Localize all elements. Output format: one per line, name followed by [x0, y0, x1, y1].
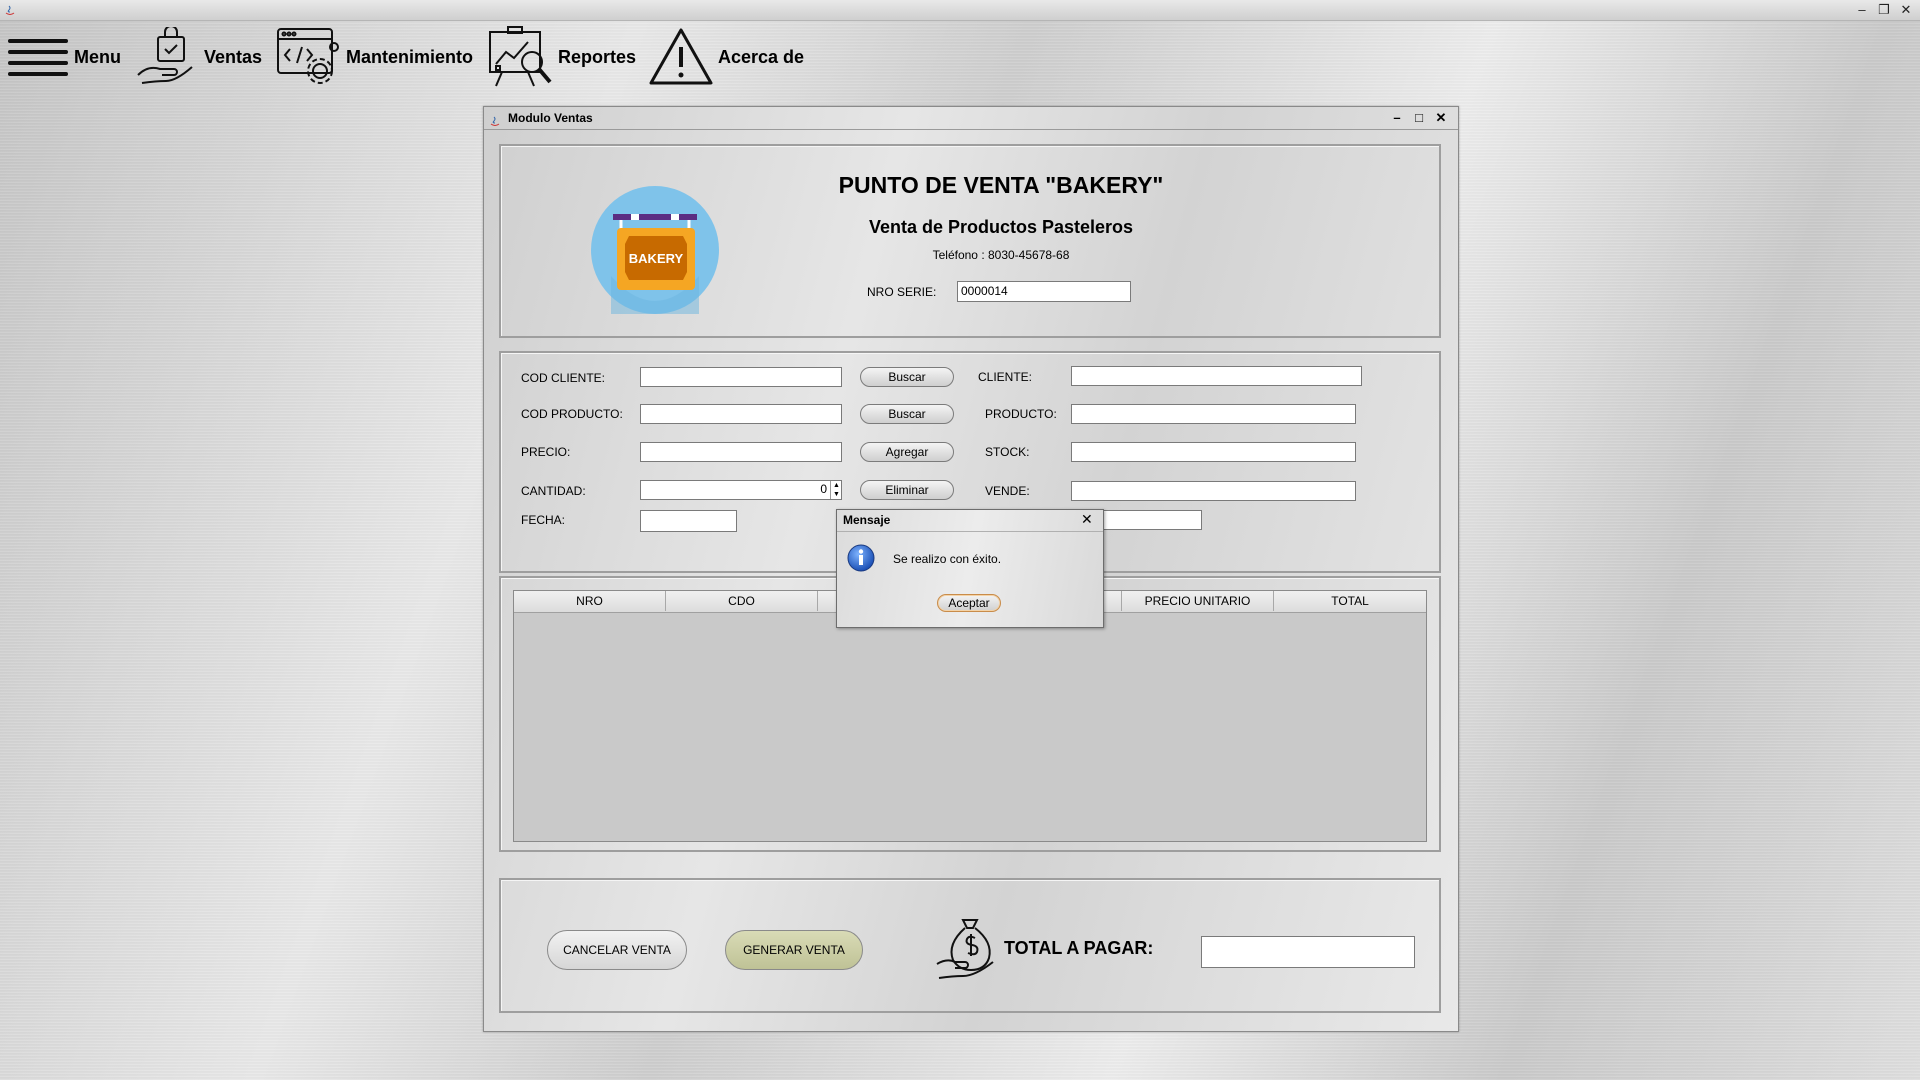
cantidad-label: CANTIDAD:: [521, 484, 586, 498]
page-title: PUNTO DE VENTA "BAKERY": [838, 172, 1164, 198]
precio-input[interactable]: [640, 442, 842, 462]
code-gear-icon: [276, 27, 342, 87]
agregar-button[interactable]: Agregar: [860, 442, 954, 462]
phone-text: Teléfono : 8030-45678-68: [932, 248, 1070, 262]
frame-app-icon: [489, 112, 501, 134]
restore-button[interactable]: ❐: [1874, 1, 1894, 19]
fecha-label: FECHA:: [521, 513, 566, 527]
cantidad-spinner[interactable]: 0: [640, 480, 842, 500]
dialog-titlebar: Mensaje ✕: [837, 510, 1103, 532]
dialog-title: Mensaje: [843, 513, 891, 527]
vende-field[interactable]: [1071, 481, 1356, 501]
serie-field[interactable]: 0000014: [957, 281, 1131, 302]
report-chart-icon: [488, 26, 554, 88]
message-dialog: Mensaje ✕ Se realizo con éxito. Aceptar: [836, 509, 1104, 628]
frame-maximize-button[interactable]: □: [1410, 107, 1428, 129]
menu-item-acerca-de[interactable]: Acerca de: [648, 26, 804, 88]
buscar-producto-button[interactable]: Buscar: [860, 404, 954, 424]
money-bag-hand-icon: [935, 916, 999, 987]
dialog-close-button[interactable]: ✕: [1081, 511, 1093, 528]
hamburger-icon: [6, 35, 70, 79]
reportes-label: Reportes: [558, 46, 637, 67]
total-field[interactable]: [1201, 936, 1415, 968]
warning-icon: [648, 27, 714, 87]
cancelar-venta-button[interactable]: CANCELAR VENTA: [547, 930, 687, 970]
generar-venta-button[interactable]: GENERAR VENTA: [725, 930, 863, 970]
java-app-icon: [4, 3, 16, 15]
ventas-label: Ventas: [204, 46, 263, 67]
eliminar-button[interactable]: Eliminar: [860, 480, 954, 500]
logo-text: BAKERY: [629, 251, 684, 266]
vende-label: VENDE:: [985, 484, 1030, 498]
serie-label: NRO SERIE:: [867, 285, 937, 299]
shopping-hand-icon: [136, 27, 200, 87]
aceptar-button[interactable]: Aceptar: [937, 594, 1001, 612]
buscar-cliente-button[interactable]: Buscar: [860, 367, 954, 387]
header-panel: BAKERY PUNTO DE VENTA "BAKERY" Venta de …: [499, 144, 1441, 338]
menu-item-ventas[interactable]: Ventas: [136, 26, 262, 88]
fecha-input[interactable]: [640, 510, 737, 532]
stock-field[interactable]: [1071, 442, 1356, 462]
spinner-arrows[interactable]: ▲ ▼: [830, 481, 842, 499]
total-label: TOTAL A PAGAR:: [1004, 938, 1154, 958]
menu-label: Menu: [74, 46, 121, 67]
column-header-nro[interactable]: NRO: [514, 591, 666, 611]
column-header-total[interactable]: TOTAL: [1274, 591, 1426, 611]
column-header-cdo[interactable]: CDO: [666, 591, 818, 611]
cod-cliente-label: COD CLIENTE:: [521, 371, 606, 385]
dialog-message: Se realizo con éxito.: [893, 552, 1002, 566]
cod-producto-input[interactable]: [640, 404, 842, 424]
frame-minimize-button[interactable]: –: [1388, 107, 1406, 129]
minimize-button[interactable]: –: [1852, 1, 1872, 19]
bakery-logo: BAKERY: [591, 186, 719, 314]
menu-item-mantenimiento[interactable]: Mantenimiento: [276, 26, 473, 88]
cod-producto-label: COD PRODUCTO:: [521, 407, 623, 421]
close-button[interactable]: ✕: [1896, 1, 1916, 19]
acerca-label: Acerca de: [718, 46, 805, 67]
stock-label: STOCK:: [985, 445, 1030, 459]
frame-close-button[interactable]: ✕: [1432, 107, 1450, 129]
cod-cliente-input[interactable]: [640, 367, 842, 387]
footer-panel: CANCELAR VENTA GENERAR VENTA TOTAL A PAG…: [499, 878, 1441, 1013]
producto-label: PRODUCTO:: [985, 407, 1057, 421]
cliente-label: CLIENTE:: [978, 370, 1033, 384]
frame-title: Modulo Ventas: [508, 111, 593, 125]
page-subtitle: Venta de Productos Pasteleros: [868, 217, 1134, 237]
info-icon: [847, 544, 875, 577]
producto-field[interactable]: [1071, 404, 1356, 424]
mantenimiento-label: Mantenimiento: [346, 46, 474, 67]
precio-label: PRECIO:: [521, 445, 571, 459]
menu-item-reportes[interactable]: Reportes: [488, 26, 636, 88]
menu-item-menu[interactable]: Menu: [6, 26, 121, 88]
cliente-field[interactable]: [1071, 366, 1362, 386]
frame-titlebar: Modulo Ventas – □ ✕: [484, 107, 1458, 130]
column-header-precio-unitario[interactable]: PRECIO UNITARIO: [1122, 591, 1274, 611]
window-titlebar: – ❐ ✕: [0, 0, 1920, 21]
